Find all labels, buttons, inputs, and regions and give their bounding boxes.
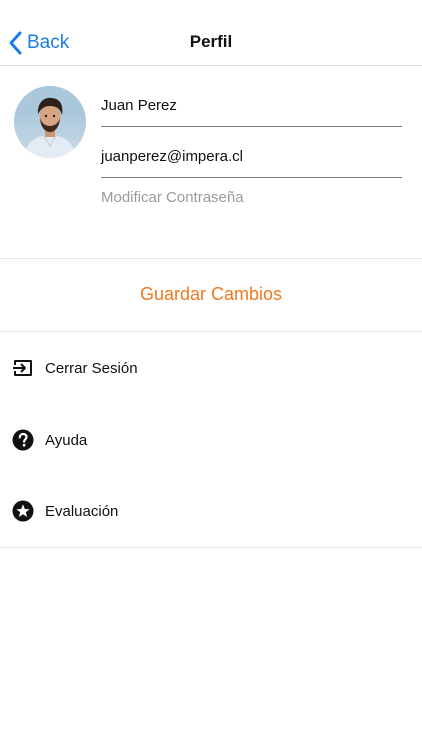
email-field-underline xyxy=(101,177,402,178)
menu-item-rating[interactable]: Evaluación xyxy=(0,491,422,531)
profile-screen: Back Perfil Juan Perez juanperez@impera.… xyxy=(0,0,422,750)
save-changes-button[interactable]: Guardar Cambios xyxy=(0,284,422,305)
avatar[interactable] xyxy=(14,86,86,158)
menu-item-label: Evaluación xyxy=(45,502,119,520)
modify-password-link[interactable]: Modificar Contraseña xyxy=(101,189,244,206)
menu-item-logout[interactable]: Cerrar Sesión xyxy=(0,348,422,388)
navigation-bar: Back Perfil xyxy=(0,0,422,66)
logout-icon xyxy=(12,357,34,379)
name-field-underline xyxy=(101,126,402,127)
name-field[interactable]: Juan Perez xyxy=(101,97,402,114)
menu-item-label: Ayuda xyxy=(45,431,88,449)
menu-item-label: Cerrar Sesión xyxy=(45,359,138,377)
star-icon xyxy=(12,500,34,522)
avatar-image xyxy=(14,86,86,158)
email-field[interactable]: juanperez@impera.cl xyxy=(101,148,402,165)
help-icon xyxy=(12,429,34,451)
divider xyxy=(0,258,422,259)
menu-item-help[interactable]: Ayuda xyxy=(0,420,422,460)
divider xyxy=(0,331,422,332)
divider xyxy=(0,547,422,548)
page-title: Perfil xyxy=(189,32,233,51)
